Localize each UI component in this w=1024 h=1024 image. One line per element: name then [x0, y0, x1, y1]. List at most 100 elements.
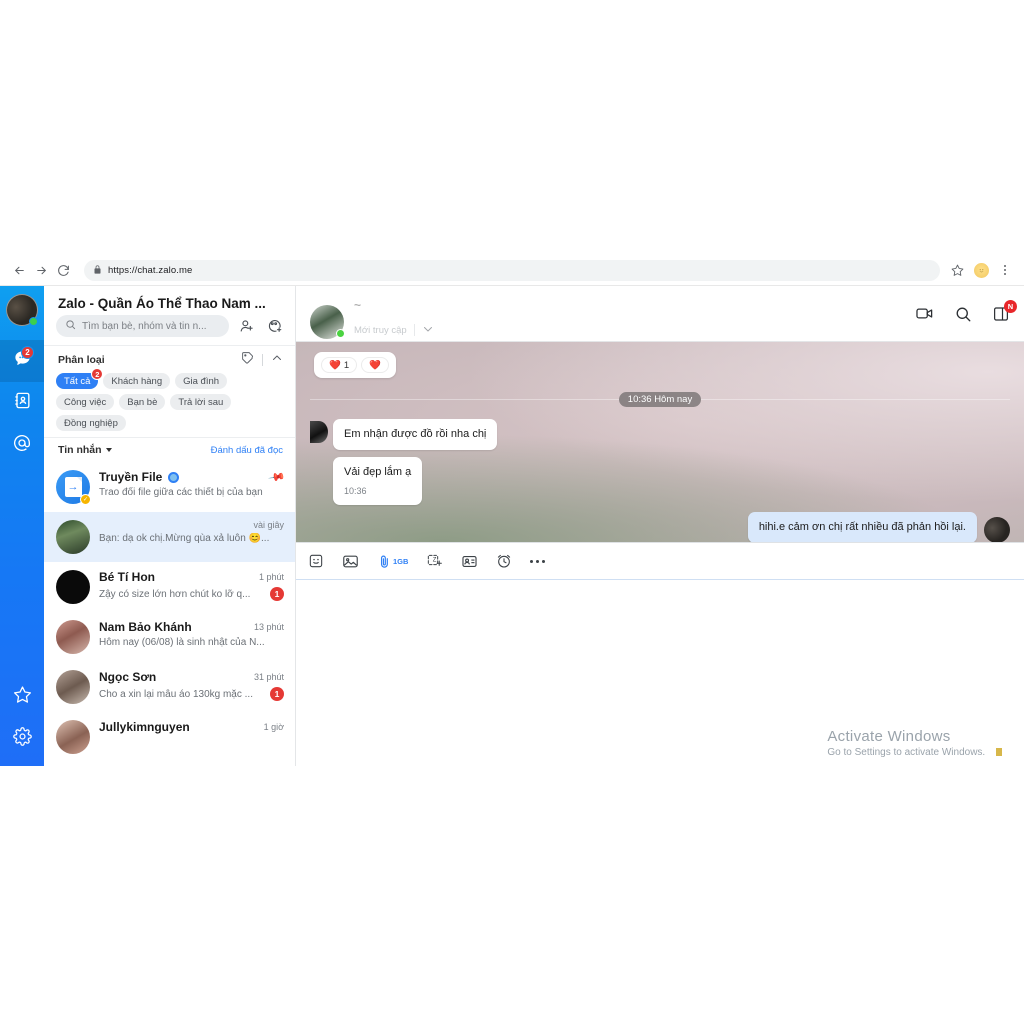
chip-gia-dinh[interactable]: Gia đình [175, 373, 228, 389]
avatar [56, 670, 90, 704]
url-text: https://chat.zalo.me [108, 264, 193, 276]
reaction-pill[interactable]: ❤️ [361, 357, 389, 373]
reload-button[interactable] [52, 259, 74, 281]
conversation-preview: Cho a xin lại mẫu áo 130kg mặc ... [99, 688, 253, 700]
unread-count-badge: 1 [270, 587, 284, 601]
mark-all-read-link[interactable]: Đánh dấu đã đọc [211, 445, 283, 456]
avatar: → ✓ [56, 470, 91, 505]
search-placeholder: Tìm bạn bè, nhóm và tin n... [82, 320, 207, 332]
avatar[interactable] [310, 304, 345, 339]
browser-profile-avatar[interactable] [970, 259, 992, 281]
search-icon[interactable] [954, 305, 972, 323]
reaction-count: 1 [343, 359, 350, 371]
unread-count-badge: 1 [270, 687, 284, 701]
message-list[interactable]: ❤️ 1 ❤️ 10:36 Hôm nay Em nhận được đồ rồ… [296, 342, 1024, 542]
list-item[interactable]: Jullykimnguyen 1 giờ [44, 712, 295, 762]
heart-icon: ❤️ [369, 359, 381, 371]
message-input[interactable] [296, 580, 1024, 766]
category-chips: Tất cả 2 Khách hàng Gia đình Công việc B… [44, 368, 295, 437]
info-badge: N [1004, 299, 1017, 313]
category-actions [241, 351, 283, 369]
reminder-clock-icon[interactable] [496, 553, 512, 569]
reaction-bar[interactable]: ❤️ 1 ❤️ [314, 352, 396, 378]
chat-contact-name: ~ [354, 297, 362, 312]
rail-item-settings[interactable] [0, 718, 44, 760]
rail-item-contacts[interactable] [0, 382, 44, 424]
conversation-info-icon[interactable]: N [992, 299, 1017, 323]
chat-status-text: Mới truy cập [354, 324, 407, 336]
avatar [56, 620, 90, 654]
tag-manage-icon[interactable] [241, 351, 254, 369]
conversation-time: vài giây [253, 520, 284, 530]
chip-dong-nghiep[interactable]: Đồng nghiệp [56, 415, 126, 431]
chip-tat-ca[interactable]: Tất cả 2 [56, 368, 104, 389]
browser-toolbar-right [946, 259, 1016, 281]
message-bubble[interactable]: Em nhận được đồ rồi nha chị [333, 419, 498, 450]
chip-khach-hang[interactable]: Khách hàng [103, 373, 171, 389]
chip-cong-viec[interactable]: Công việc [56, 394, 115, 410]
message-time: 10:36 [344, 485, 367, 496]
conversation-name: Nam Bảo Khánh [99, 620, 192, 634]
rail-user-avatar[interactable] [6, 294, 38, 326]
add-friend-button[interactable] [237, 316, 257, 336]
messages-sort-label: Tin nhắn [58, 444, 102, 456]
messages-sort-dropdown[interactable]: Tin nhắn [58, 444, 112, 456]
left-icon-rail: 2 [0, 286, 44, 766]
message-row: hihi.e cảm ơn chị rất nhiều đã phản hồi … [310, 511, 1010, 542]
sticker-icon[interactable] [308, 553, 324, 569]
message-text: hihi.e cảm ơn chị rất nhiều đã phản hồi … [758, 520, 966, 533]
image-icon[interactable] [342, 553, 359, 570]
chip-ban-be[interactable]: Bạn bè [119, 394, 166, 410]
contacts-icon [13, 391, 32, 415]
conversation-name: Truyền File [99, 470, 163, 484]
rail-item-favorites[interactable] [0, 676, 44, 718]
avatar [56, 720, 90, 754]
browser-toolbar: https://chat.zalo.me [0, 255, 1024, 286]
business-card-icon[interactable] [461, 553, 478, 570]
day-divider-label: 10:36 Hôm nay [618, 392, 702, 407]
rail-item-messages[interactable]: 2 [0, 340, 44, 382]
chip-tra-loi-sau[interactable]: Trả lời sau [170, 394, 232, 410]
back-button[interactable] [8, 259, 30, 281]
more-options-icon[interactable] [530, 559, 546, 563]
conversation-sidebar: Zalo - Quần Áo Thể Thao Nam ... Tìm bạn … [44, 286, 296, 766]
category-header: Phân loại [44, 345, 295, 373]
list-item[interactable]: Bé Tí Hon 1 phút Zậy có size lớn hơn chú… [44, 562, 295, 612]
divider [310, 399, 619, 400]
forward-button[interactable] [30, 259, 52, 281]
bookmark-star-icon[interactable] [946, 259, 968, 281]
heart-icon: ❤️ [329, 359, 341, 371]
online-status-dot [29, 317, 38, 326]
browser-menu-icon[interactable] [994, 259, 1016, 281]
screen-capture-icon[interactable]: Z [426, 553, 443, 569]
star-icon [13, 685, 32, 709]
message-bubble[interactable]: Vải đẹp lắm ạ 10:36 [333, 456, 423, 505]
divider [262, 354, 263, 366]
rail-item-mentions[interactable] [0, 424, 44, 466]
chevron-up-icon[interactable] [271, 351, 283, 369]
address-bar[interactable]: https://chat.zalo.me [84, 259, 940, 281]
reaction-pill[interactable]: ❤️ 1 [321, 357, 358, 373]
avatar [56, 570, 90, 604]
attachment-icon[interactable]: 1GB [377, 554, 408, 569]
create-group-button[interactable] [265, 316, 285, 336]
conversation-list[interactable]: → ✓ Truyền File 📌 Trao đổi file giữa các… [44, 462, 295, 766]
video-call-icon[interactable] [915, 304, 934, 323]
category-label: Phân loại [58, 354, 105, 366]
at-mention-icon [12, 433, 32, 458]
gear-icon [12, 727, 32, 751]
day-divider: 10:36 Hôm nay [310, 392, 1010, 407]
app-window: https://chat.zalo.me 2 Zalo - Quần Áo Th… [0, 255, 1024, 766]
chat-status-row: Mới truy cập [354, 323, 434, 338]
chevron-down-icon[interactable] [422, 323, 434, 338]
list-item[interactable]: vài giây Bạn: dạ ok chị.Mừng qùa xả luôn… [44, 512, 295, 562]
list-item[interactable]: → ✓ Truyền File 📌 Trao đổi file giữa các… [44, 462, 295, 512]
chat-panel: ~ Mới truy cập N ❤️ 1 ❤️ 10:36 Hôm nay E… [296, 286, 1024, 766]
chat-header: ~ Mới truy cập N [296, 286, 1024, 342]
message-text: Vải đẹp lắm ạ [344, 465, 412, 478]
message-bubble[interactable]: hihi.e cảm ơn chị rất nhiều đã phản hồi … [747, 511, 977, 542]
search-input[interactable]: Tìm bạn bè, nhóm và tin n... [56, 315, 229, 337]
conversation-preview: Trao đổi file giữa các thiết bị của bạn [99, 487, 263, 498]
list-item[interactable]: Nam Bảo Khánh 13 phút Hôm nay (06/08) là… [44, 612, 295, 662]
list-item[interactable]: Ngọc Sơn 31 phút Cho a xin lại mẫu áo 13… [44, 662, 295, 712]
